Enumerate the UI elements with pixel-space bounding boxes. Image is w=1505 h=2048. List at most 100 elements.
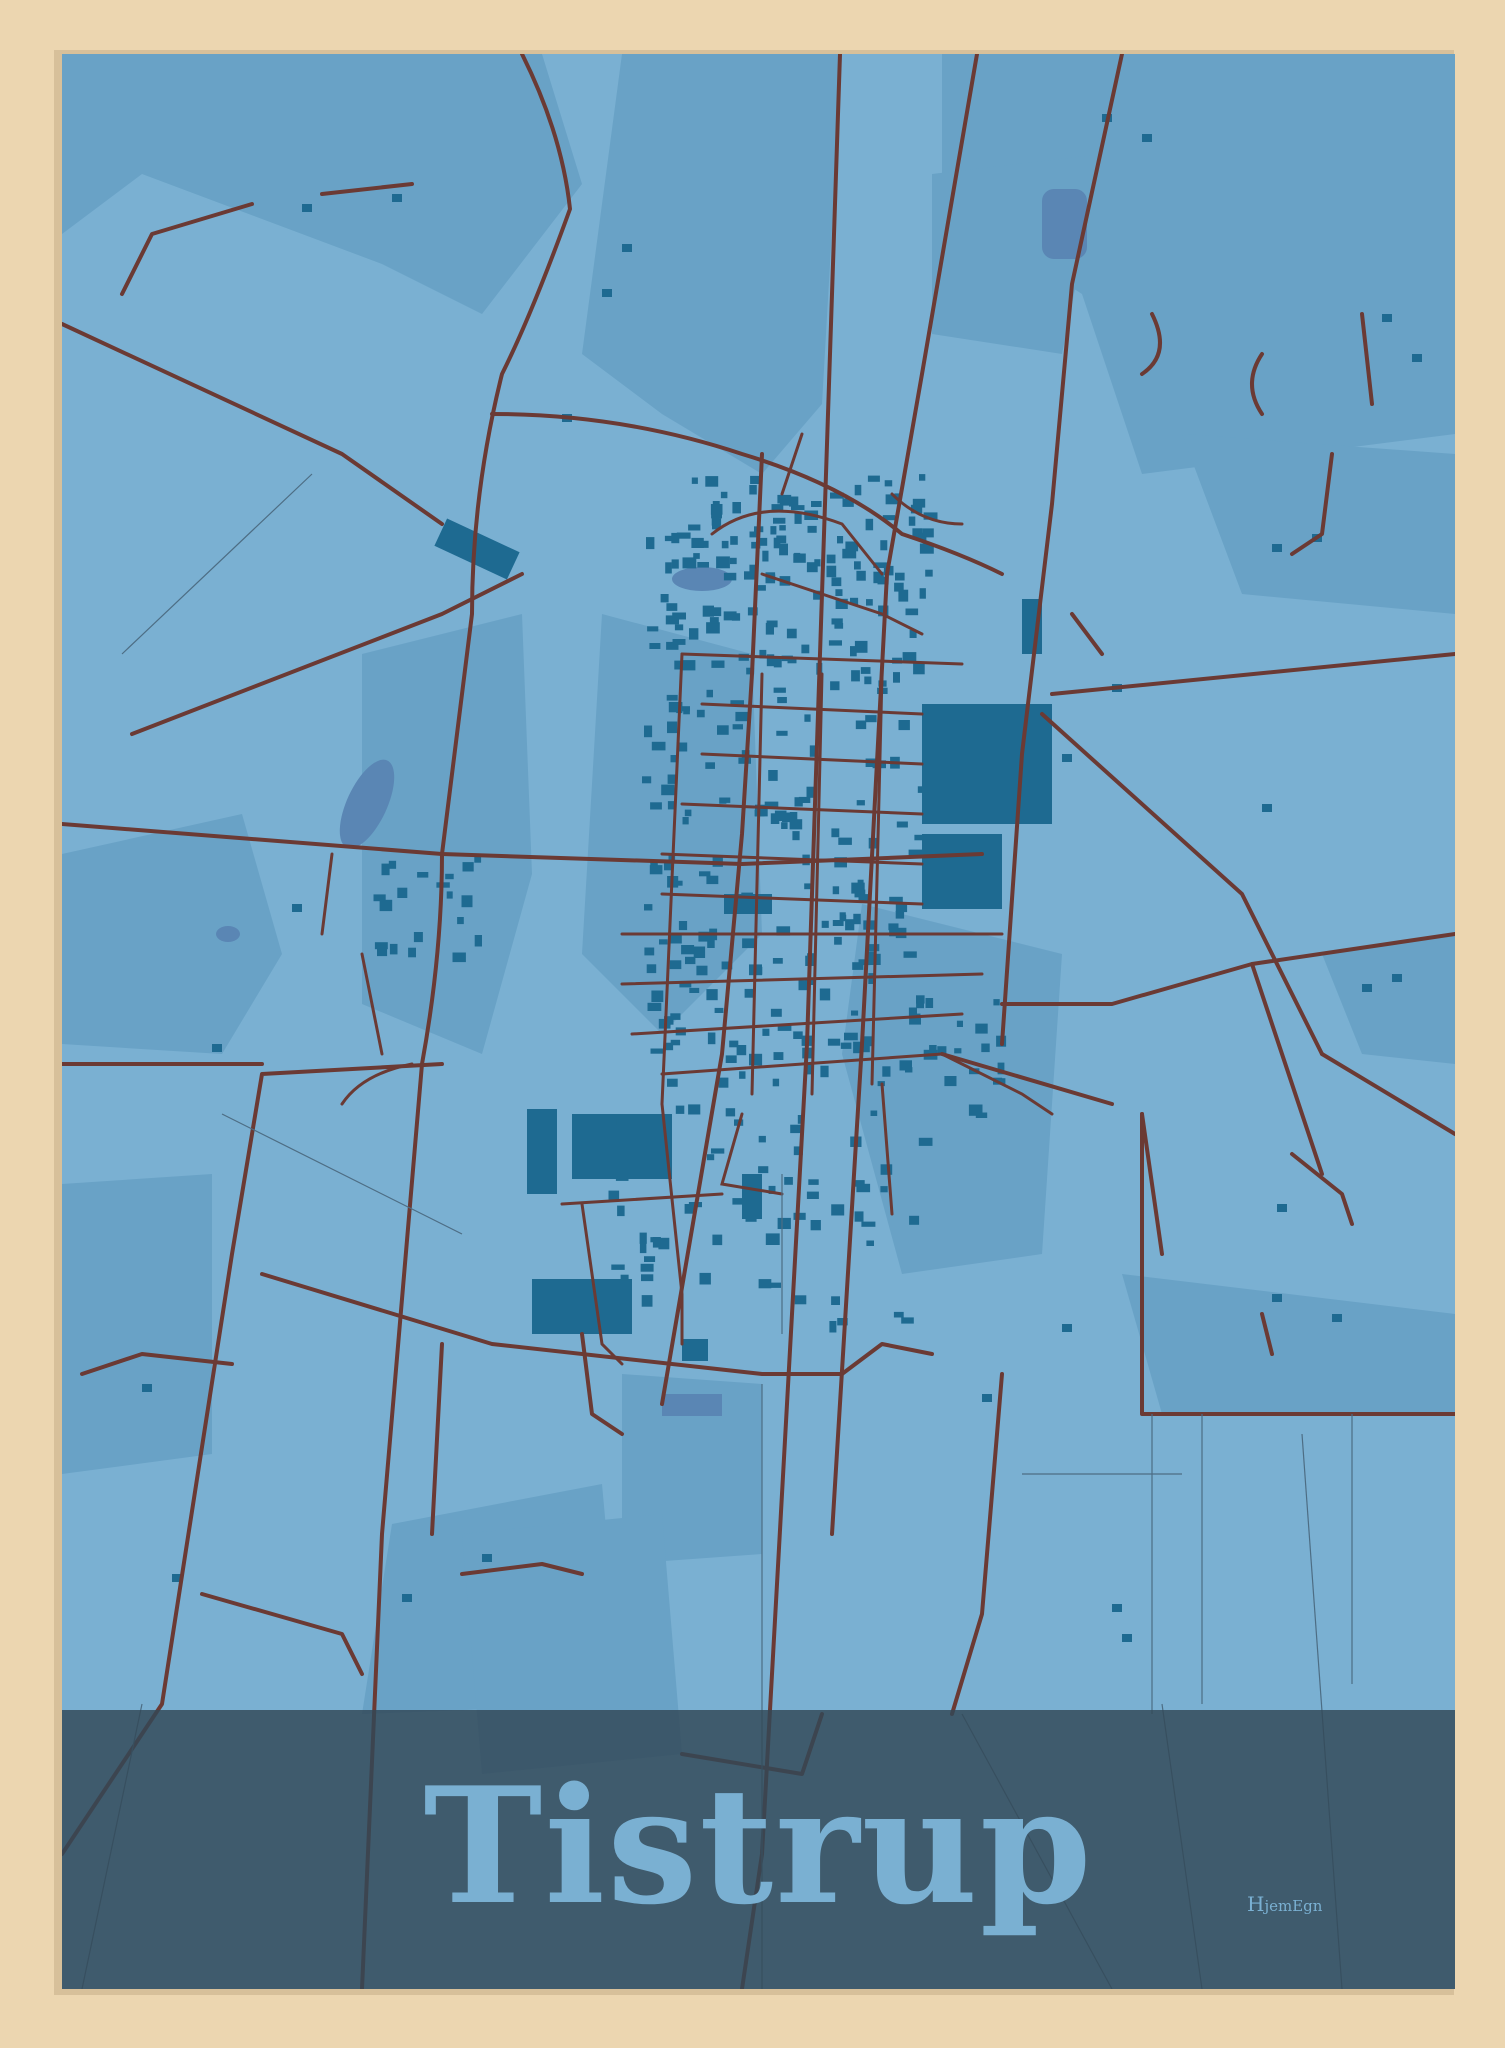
building bbox=[611, 1264, 625, 1270]
building bbox=[840, 1042, 852, 1049]
building bbox=[922, 528, 934, 538]
building bbox=[712, 516, 720, 523]
building bbox=[917, 786, 929, 793]
building bbox=[768, 770, 778, 781]
building bbox=[853, 913, 861, 925]
building bbox=[908, 516, 916, 526]
building bbox=[758, 1135, 766, 1143]
building bbox=[665, 562, 672, 574]
building bbox=[688, 1104, 701, 1115]
building bbox=[829, 1321, 837, 1333]
building bbox=[918, 1137, 933, 1146]
building bbox=[854, 561, 861, 570]
building bbox=[719, 797, 727, 804]
building bbox=[919, 588, 926, 599]
building bbox=[864, 676, 872, 685]
building bbox=[777, 697, 787, 704]
building bbox=[770, 526, 777, 535]
building bbox=[893, 1311, 904, 1318]
building bbox=[854, 1211, 864, 1222]
building bbox=[810, 1220, 821, 1231]
building bbox=[758, 1279, 772, 1289]
building bbox=[772, 958, 783, 964]
brand-logo: HjemEgn bbox=[1247, 1892, 1322, 1916]
building bbox=[835, 589, 843, 596]
building bbox=[732, 1198, 747, 1205]
building bbox=[377, 945, 388, 957]
building bbox=[861, 1221, 876, 1227]
map-canvas bbox=[62, 54, 1455, 1989]
building bbox=[828, 640, 842, 646]
building bbox=[901, 1317, 914, 1324]
building bbox=[644, 1256, 656, 1262]
building bbox=[762, 550, 769, 562]
building bbox=[882, 1066, 891, 1077]
building bbox=[865, 715, 877, 723]
building bbox=[839, 912, 846, 922]
building bbox=[880, 540, 888, 551]
building bbox=[142, 1384, 152, 1392]
building bbox=[716, 556, 730, 569]
building bbox=[856, 1183, 871, 1193]
building bbox=[413, 932, 423, 943]
building bbox=[1142, 134, 1152, 142]
building bbox=[644, 725, 653, 738]
building bbox=[302, 204, 312, 212]
building bbox=[408, 947, 416, 958]
building bbox=[452, 952, 466, 963]
building bbox=[672, 639, 686, 645]
building bbox=[804, 714, 811, 722]
building bbox=[975, 1023, 988, 1034]
building bbox=[714, 1007, 724, 1013]
building bbox=[674, 624, 684, 631]
building bbox=[711, 660, 725, 668]
building bbox=[392, 194, 402, 202]
building bbox=[602, 289, 612, 297]
building bbox=[854, 640, 868, 653]
building bbox=[644, 904, 653, 911]
building bbox=[837, 536, 844, 544]
building bbox=[865, 518, 874, 531]
building bbox=[944, 1076, 957, 1087]
building bbox=[779, 543, 788, 556]
building bbox=[786, 628, 797, 639]
building bbox=[758, 1166, 769, 1174]
building bbox=[620, 1274, 629, 1281]
building bbox=[647, 626, 659, 632]
building bbox=[744, 988, 754, 998]
building bbox=[870, 1110, 878, 1116]
building bbox=[801, 644, 810, 654]
building bbox=[622, 244, 632, 252]
building bbox=[672, 612, 686, 620]
building bbox=[651, 990, 664, 1002]
building bbox=[652, 1237, 661, 1248]
building bbox=[914, 834, 924, 841]
building bbox=[857, 879, 864, 889]
building bbox=[647, 1002, 662, 1011]
building bbox=[739, 1071, 746, 1079]
building bbox=[691, 477, 698, 484]
building bbox=[650, 1048, 664, 1054]
building bbox=[649, 643, 661, 649]
building bbox=[729, 557, 737, 565]
building bbox=[646, 537, 655, 550]
building bbox=[1412, 354, 1422, 362]
building bbox=[474, 935, 482, 947]
building bbox=[776, 730, 788, 736]
building bbox=[720, 491, 728, 499]
building bbox=[696, 709, 705, 718]
map-poster: Tistrup HjemEgn bbox=[62, 54, 1455, 1989]
building bbox=[461, 895, 473, 908]
building bbox=[993, 999, 1000, 1006]
building bbox=[389, 943, 398, 955]
building bbox=[641, 1274, 654, 1282]
building bbox=[659, 939, 668, 945]
building bbox=[770, 1282, 781, 1288]
building bbox=[1262, 804, 1272, 812]
building bbox=[794, 1295, 807, 1305]
building bbox=[903, 951, 917, 958]
building bbox=[832, 886, 840, 895]
building bbox=[706, 1154, 715, 1161]
building bbox=[749, 1053, 763, 1066]
building bbox=[851, 670, 860, 682]
